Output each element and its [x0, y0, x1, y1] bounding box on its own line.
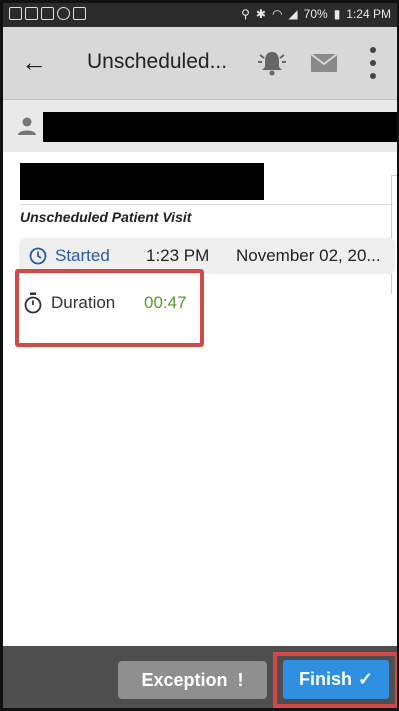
stopwatch-icon: [24, 292, 42, 314]
exception-button[interactable]: Exception !: [118, 661, 267, 699]
mail-icon[interactable]: [310, 53, 338, 73]
notification-icon: [57, 7, 70, 20]
duration-label: Duration: [51, 293, 116, 312]
visit-title: Unscheduled Patient Visit: [20, 209, 192, 225]
page-title: Unscheduled...: [87, 50, 228, 73]
bottom-action-bar: Exception ! Finish ✓: [3, 646, 397, 708]
battery-icon: ▮: [333, 7, 341, 21]
wifi-icon: ◠: [271, 7, 283, 21]
notification-icons: [9, 7, 86, 20]
notification-icon: [73, 7, 86, 20]
overflow-menu-icon[interactable]: [369, 47, 377, 79]
finish-button[interactable]: Finish ✓: [283, 660, 389, 699]
system-icons: ⚲ ✱ ◠ ◢ 70% ▮ 1:24 PM: [241, 7, 391, 21]
redacted-patient-name: [43, 112, 397, 142]
bluetooth-icon: ✱: [255, 7, 266, 21]
notification-icon: [9, 7, 22, 20]
redacted-patient-id: [20, 163, 264, 200]
clock-icon: [29, 247, 47, 265]
signal-icon: ◢: [288, 7, 298, 21]
exception-button-label: Exception: [141, 669, 228, 690]
duration-value: 00:47: [144, 293, 187, 312]
status-bar: ⚲ ✱ ◠ ◢ 70% ▮ 1:24 PM: [3, 3, 397, 27]
notification-icon: [25, 7, 38, 20]
started-label: Started: [55, 246, 110, 265]
divider: [20, 204, 393, 205]
app-toolbar: ← Unscheduled...: [3, 27, 397, 100]
location-icon: ⚲: [241, 7, 250, 21]
phone-screen: ⚲ ✱ ◠ ◢ 70% ▮ 1:24 PM ← Unscheduled... U…: [0, 0, 399, 711]
finish-button-label: Finish: [298, 669, 352, 689]
checkmark-icon: ✓: [357, 669, 374, 689]
visit-card: Unscheduled Patient Visit Started 1:23 P…: [15, 163, 397, 643]
side-panel-edge: [391, 175, 397, 294]
notification-icon: [41, 7, 54, 20]
clock-time: 1:24 PM: [346, 7, 391, 21]
person-icon: [18, 117, 36, 135]
exclamation-icon: !: [237, 669, 244, 690]
duration-row: Duration 00:47: [21, 289, 201, 319]
started-time: 1:23 PM: [146, 246, 210, 265]
battery-level: 70%: [303, 7, 328, 21]
patient-header: [3, 100, 397, 152]
back-arrow-icon[interactable]: ←: [21, 49, 47, 75]
started-date: November 02, 20...: [236, 246, 381, 265]
alarm-bell-icon[interactable]: [257, 47, 287, 77]
